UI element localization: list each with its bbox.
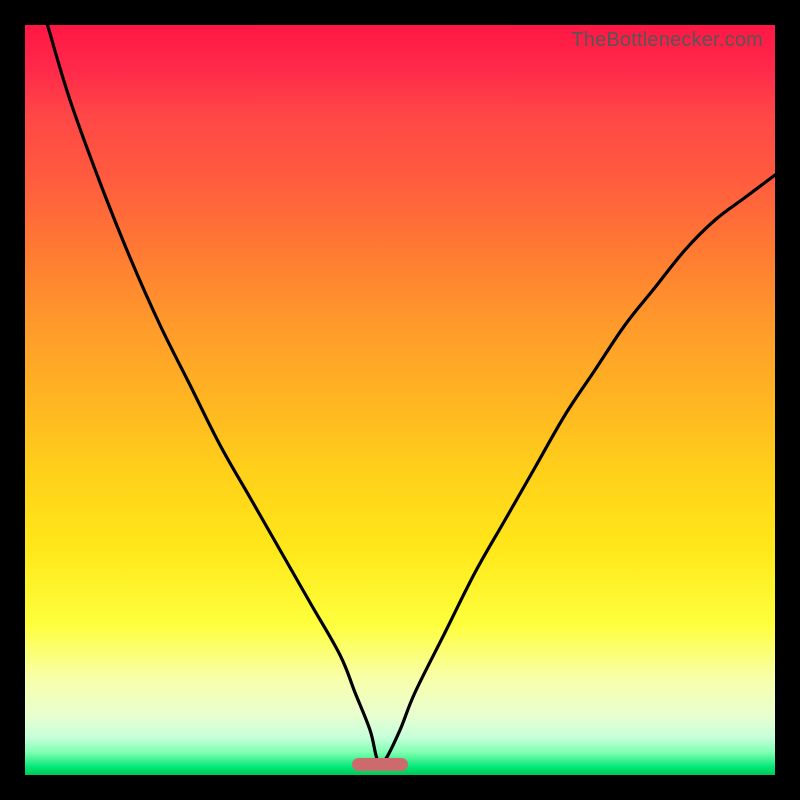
bottleneck-curve	[25, 25, 775, 775]
optimal-marker	[352, 758, 408, 771]
chart-panel: TheBottlenecker.com	[25, 25, 775, 775]
